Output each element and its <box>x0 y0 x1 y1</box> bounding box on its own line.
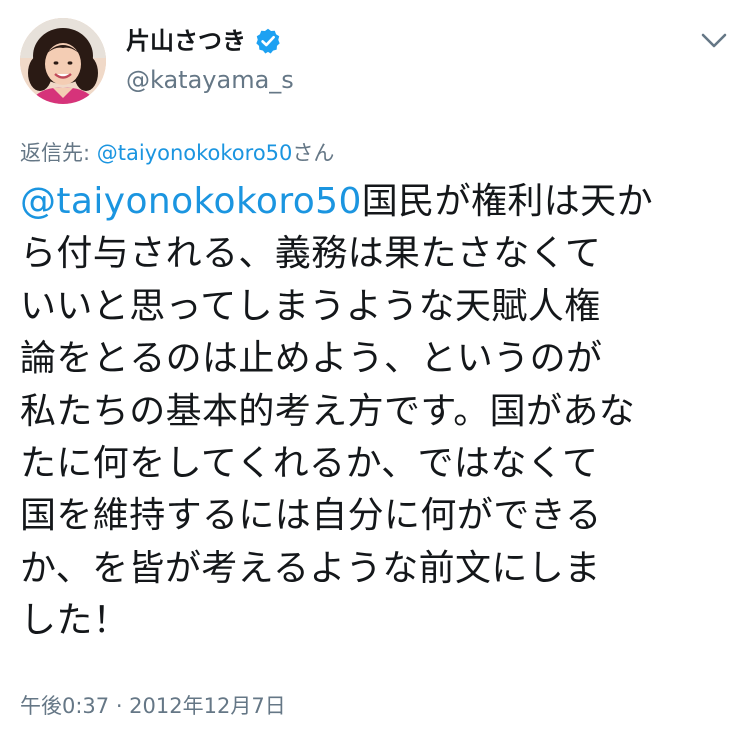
reply-mention-link[interactable]: @taiyonokokoro50 <box>97 141 293 165</box>
reply-suffix: さん <box>292 141 335 165</box>
tweet-line: いいと思ってしまうような天賦人権 <box>20 285 601 327</box>
tweet-mention-link[interactable]: @taiyonokokoro50 <box>20 181 362 222</box>
tweet-timestamp[interactable]: 午後0:37 · 2012年12月7日 <box>20 690 286 722</box>
tweet-line: 私たちの基本的考え方です。国があな <box>20 390 636 432</box>
user-handle[interactable]: @katayama_s <box>126 64 294 96</box>
reply-context: 返信先: @taiyonokokoro50さん <box>20 138 334 168</box>
reply-prefix: 返信先: <box>20 141 97 165</box>
tweet-card: 片山さつき @katayama_s 返信先: @taiyonokokoro50さ… <box>0 0 750 737</box>
verified-badge-icon <box>256 28 280 54</box>
chevron-down-icon[interactable] <box>698 24 730 56</box>
tweet-line: か、を皆が考えるような前文にしま <box>20 547 601 589</box>
tweet-line: 国を維持するには自分に何ができる <box>20 495 602 537</box>
name-row[interactable]: 片山さつき <box>126 24 282 58</box>
avatar[interactable] <box>20 18 106 104</box>
display-name[interactable]: 片山さつき <box>126 24 246 58</box>
avatar-photo <box>20 18 106 104</box>
tweet-line: @taiyonokokoro50国民が権利は天か <box>20 176 720 228</box>
tweet-text: @taiyonokokoro50国民が権利は天か ら付与される、義務は果たさなく… <box>20 176 720 648</box>
tweet-line-text: 国民が権利は天か <box>361 181 653 222</box>
tweet-line: ら付与される、義務は果たさなくて <box>20 233 602 275</box>
tweet-line: たに何をしてくれるか、ではなくて <box>20 443 599 485</box>
tweet-line: 論をとるのは止めよう、というのが <box>20 338 603 380</box>
tweet-line: した！ <box>20 600 130 642</box>
